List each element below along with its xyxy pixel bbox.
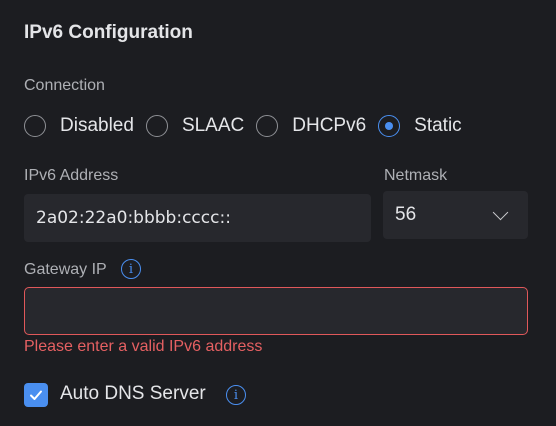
radio-circle-selected[interactable] bbox=[378, 115, 401, 137]
radio-disabled[interactable]: Disabled bbox=[24, 115, 134, 137]
radio-label-disabled: Disabled bbox=[60, 115, 134, 136]
gateway-label: Gateway IP bbox=[24, 261, 107, 278]
page-title: IPv6 Configuration bbox=[24, 22, 193, 43]
netmask-value: 56 bbox=[395, 204, 417, 225]
radio-label-static: Static bbox=[414, 115, 462, 136]
netmask-select[interactable]: 56 bbox=[383, 191, 528, 239]
radio-static[interactable]: Static bbox=[378, 115, 462, 137]
auto-dns-checkbox[interactable] bbox=[24, 383, 48, 407]
gateway-input[interactable] bbox=[24, 287, 528, 335]
radio-label-slaac: SLAAC bbox=[181, 115, 245, 136]
checkmark-icon bbox=[30, 390, 42, 400]
auto-dns-label: Auto DNS Server bbox=[60, 383, 206, 404]
connection-radio-group: Disabled SLAAC DHCPv6 Static bbox=[24, 113, 474, 139]
ipv6-address-label: IPv6 Address bbox=[24, 167, 119, 184]
radio-slaac[interactable]: SLAAC bbox=[145, 115, 245, 137]
radio-dhcpv6[interactable]: DHCPv6 bbox=[256, 115, 366, 137]
radio-circle[interactable] bbox=[24, 115, 46, 137]
radio-label-dhcpv6: DHCPv6 bbox=[292, 115, 367, 136]
radio-selected-dot bbox=[385, 122, 394, 130]
connection-label: Connection bbox=[24, 77, 105, 94]
gateway-error-message: Please enter a valid IPv6 address bbox=[24, 338, 263, 355]
info-icon[interactable]: i bbox=[121, 259, 141, 279]
chevron-down-icon bbox=[492, 204, 509, 220]
radio-circle[interactable] bbox=[145, 115, 168, 137]
ipv6-address-input[interactable]: 2a02:22a0:bbbb:cccc:: bbox=[24, 194, 371, 242]
netmask-label: Netmask bbox=[384, 167, 448, 184]
radio-circle[interactable] bbox=[256, 115, 279, 137]
info-icon[interactable]: i bbox=[226, 385, 246, 405]
ipv6-address-value: 2a02:22a0:bbbb:cccc:: bbox=[36, 208, 231, 228]
